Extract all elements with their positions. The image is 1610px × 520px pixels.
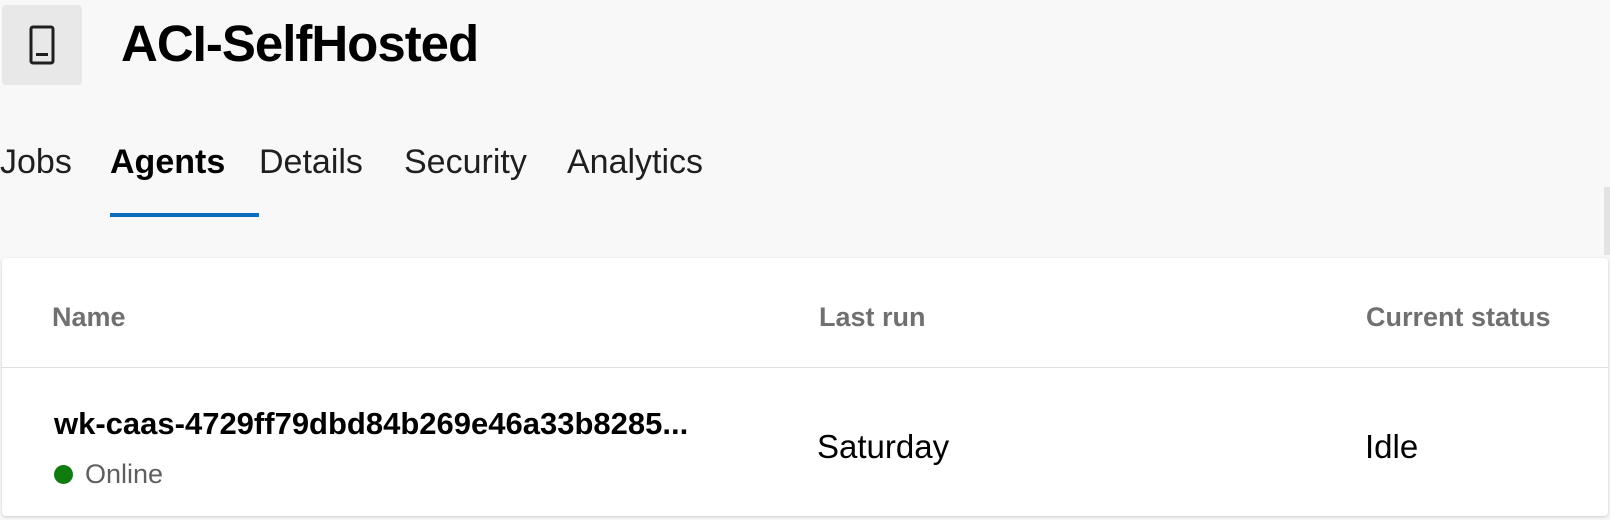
tab-security[interactable]: Security (404, 135, 567, 220)
scrollbar[interactable] (1604, 187, 1610, 255)
page-title: ACI-SelfHosted (121, 15, 479, 72)
agent-status-label: Online (85, 459, 164, 489)
current-status-value: Idle (1365, 428, 1419, 465)
status-dot-icon (54, 464, 73, 484)
phone-icon (29, 25, 55, 65)
agent-name[interactable]: wk-caas-4729ff79dbd84b269e46a33b8285... (54, 404, 764, 444)
table-row[interactable]: wk-caas-4729ff79dbd84b269e46a33b8285... … (2, 369, 1608, 516)
tab-analytics[interactable]: Analytics (567, 135, 703, 220)
agent-online-status: Online (54, 456, 163, 492)
device-icon (2, 5, 82, 85)
tab-agents[interactable]: Agents (110, 135, 259, 220)
column-header-last-run[interactable]: Last run (819, 300, 926, 334)
tab-jobs[interactable]: Jobs (0, 135, 110, 220)
table-header: Name Last run Current status (2, 258, 1608, 368)
pool-header: ACI-SelfHosted (0, 0, 1610, 100)
tab-details[interactable]: Details (259, 135, 404, 220)
agents-table: Name Last run Current status wk-caas-472… (2, 258, 1608, 516)
tab-bar: Jobs Agents Details Security Analytics (0, 135, 703, 220)
last-run-value: Saturday (817, 428, 950, 465)
column-header-name[interactable]: Name (52, 300, 126, 334)
column-header-current-status[interactable]: Current status (1366, 300, 1551, 334)
